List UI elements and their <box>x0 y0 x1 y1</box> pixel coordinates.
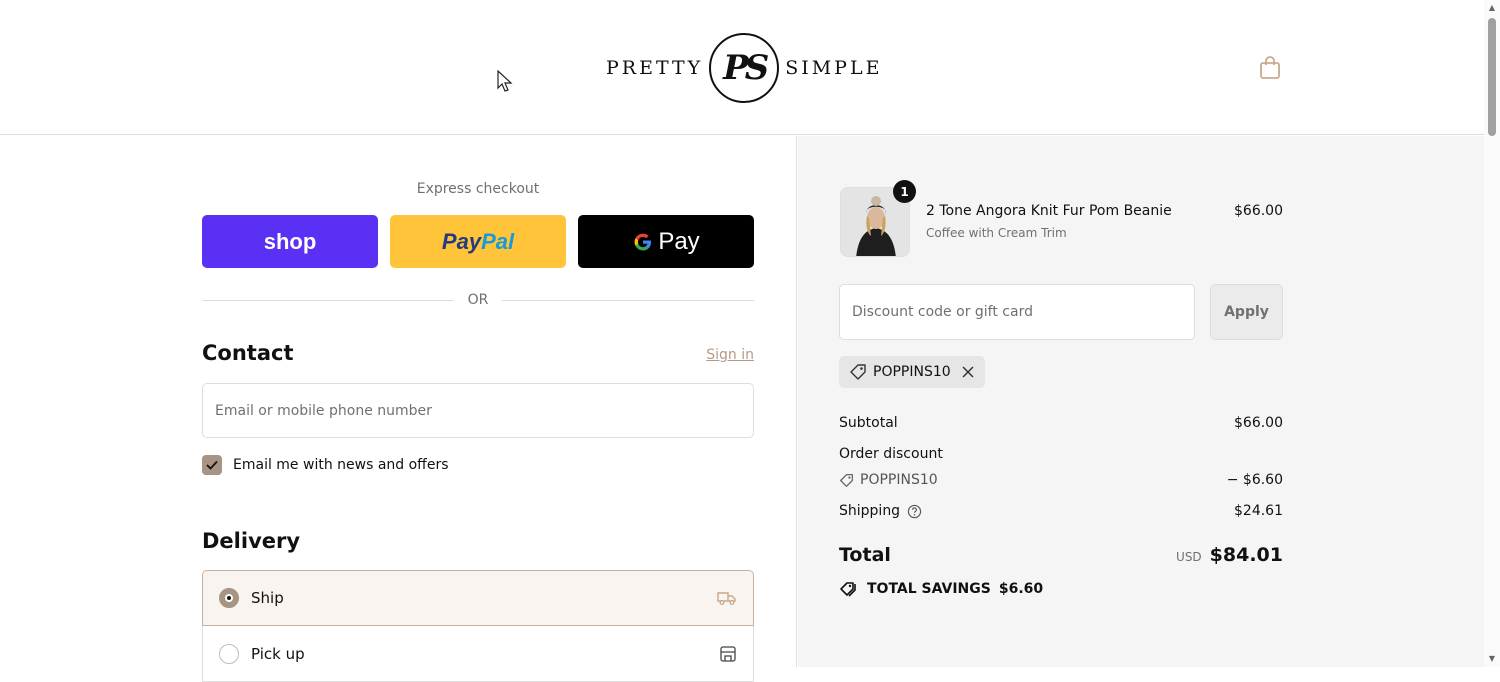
savings-label: TOTAL SAVINGS <box>867 581 991 597</box>
discount-placeholder: Discount code or gift card <box>852 304 1033 320</box>
page-scrollbar[interactable]: ▲ ▼ <box>1484 0 1500 667</box>
logo-text-left: PRETTY <box>606 57 704 79</box>
tag-icon <box>850 364 866 380</box>
or-text: OR <box>467 292 489 308</box>
express-checkout-label: Express checkout <box>416 181 540 197</box>
discount-code-field[interactable]: Discount code or gift card <box>839 284 1195 340</box>
help-circle-icon[interactable] <box>907 504 922 519</box>
savings-value: $6.60 <box>998 581 1044 597</box>
order-discount-row: Order discount <box>839 446 1283 462</box>
product-price: $66.00 <box>1234 203 1283 219</box>
shipping-label: Shipping <box>839 503 901 519</box>
delivery-option-ship[interactable]: Ship <box>202 570 754 626</box>
quantity-badge: 1 <box>893 180 916 203</box>
google-g-icon <box>634 233 652 250</box>
store-icon <box>720 645 736 662</box>
logo-monogram: PS <box>709 33 780 103</box>
or-divider: OR <box>202 290 754 310</box>
shop-pay-label: shop <box>263 228 317 254</box>
scroll-down-arrow-icon[interactable]: ▼ <box>1487 654 1497 664</box>
subtotal-value: $66.00 <box>1234 415 1283 431</box>
total-label: Total <box>839 544 891 566</box>
email-field[interactable]: Email or mobile phone number <box>202 383 754 438</box>
divider-line-right <box>502 299 754 301</box>
scrollbar-thumb[interactable] <box>1488 18 1496 136</box>
apply-discount-button[interactable]: Apply <box>1210 284 1283 340</box>
total-savings: TOTAL SAVINGS $6.60 <box>839 580 1043 598</box>
currency-code: USD <box>1176 550 1202 564</box>
paypal-label-pay: Pay <box>441 228 482 254</box>
order-summary-panel: 1 2 Tone Angora Knit Fur Pom Beanie Coff… <box>798 136 1484 667</box>
discount-code-row: POPPINS10 − $6.60 <box>839 472 1283 488</box>
news-offers-option[interactable]: Email me with news and offers <box>202 455 449 475</box>
tag-icon <box>840 473 853 487</box>
shipping-value: $24.61 <box>1234 503 1283 519</box>
site-header: PRETTY PS SIMPLE <box>0 0 1484 135</box>
subtotal-label: Subtotal <box>839 415 898 431</box>
tags-icon <box>840 582 856 597</box>
total-row: Total USD $84.01 <box>839 544 1283 566</box>
shipping-row: Shipping $24.61 <box>839 503 1283 519</box>
applied-discount-tag: POPPINS10 <box>839 356 985 388</box>
paypal-label-pal: Pal <box>481 228 515 254</box>
divider-line-left <box>202 299 454 301</box>
ship-radio[interactable] <box>219 588 239 608</box>
applied-code-label: POPPINS10 <box>873 364 951 380</box>
store-logo[interactable]: PRETTY PS SIMPLE <box>606 32 882 104</box>
pickup-radio[interactable] <box>219 643 239 664</box>
google-pay-label: Pay <box>658 227 700 255</box>
product-name: 2 Tone Angora Knit Fur Pom Beanie <box>926 203 1172 219</box>
news-offers-label: Email me with news and offers <box>233 457 449 473</box>
shopping-bag-icon <box>1260 56 1280 79</box>
product-variant: Coffee with Cream Trim <box>926 226 1067 240</box>
google-pay-button[interactable]: Pay <box>578 215 754 268</box>
subtotal-row: Subtotal $66.00 <box>839 415 1283 431</box>
discount-code-label: POPPINS10 <box>860 472 938 488</box>
total-value: $84.01 <box>1209 544 1283 566</box>
truck-icon <box>717 592 736 605</box>
cart-button[interactable] <box>1256 54 1284 82</box>
scroll-up-arrow-icon[interactable]: ▲ <box>1487 3 1497 13</box>
order-discount-label: Order discount <box>839 446 943 462</box>
news-offers-checkbox[interactable] <box>202 455 222 475</box>
pickup-label: Pick up <box>251 644 305 663</box>
delivery-option-pickup[interactable]: Pick up <box>202 626 754 682</box>
sign-in-link[interactable]: Sign in <box>690 347 754 363</box>
logo-text-right: SIMPLE <box>785 57 883 79</box>
email-placeholder: Email or mobile phone number <box>215 402 432 419</box>
contact-heading: Contact <box>202 341 294 365</box>
paypal-button[interactable]: Pay Pal <box>390 215 566 268</box>
mouse-cursor-icon <box>497 70 513 92</box>
checkmark-icon <box>206 460 218 470</box>
ship-label: Ship <box>251 589 284 607</box>
remove-code-icon[interactable] <box>961 365 975 379</box>
delivery-heading: Delivery <box>202 529 301 553</box>
checkout-form-panel: Express checkout shop Pay Pal Pay OR Cont… <box>0 136 797 682</box>
shop-pay-button[interactable]: shop <box>202 215 378 268</box>
discount-value: − $6.60 <box>1226 472 1283 488</box>
